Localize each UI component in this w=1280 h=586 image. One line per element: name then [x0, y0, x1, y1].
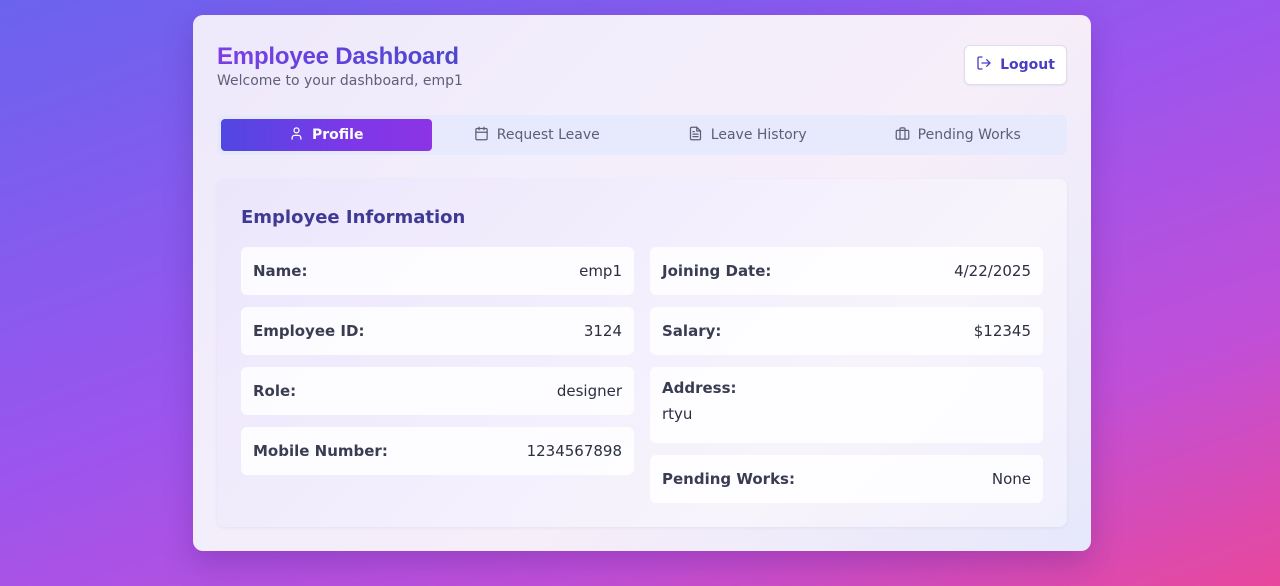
page-title: Employee Dashboard — [217, 42, 463, 72]
info-row-mobile: Mobile Number: 1234567898 — [241, 427, 634, 475]
tab-label: Pending Works — [917, 127, 1021, 143]
tab-label: Profile — [312, 127, 364, 143]
dashboard-card: Employee Dashboard Welcome to your dashb… — [193, 15, 1091, 551]
document-icon — [688, 126, 703, 145]
info-row-name: Name: emp1 — [241, 247, 634, 295]
info-row-role: Role: designer — [241, 367, 634, 415]
welcome-subtitle: Welcome to your dashboard, emp1 — [217, 73, 463, 89]
info-label: Joining Date: — [662, 262, 772, 280]
info-label: Address: — [662, 379, 737, 397]
info-label: Employee ID: — [253, 322, 365, 340]
info-value: rtyu — [662, 405, 693, 423]
info-value: emp1 — [579, 262, 622, 280]
tab-request-leave[interactable]: Request Leave — [432, 119, 643, 151]
info-value: 1234567898 — [526, 442, 622, 460]
logout-icon — [976, 55, 992, 75]
info-row-joining-date: Joining Date: 4/22/2025 — [650, 247, 1043, 295]
info-label: Name: — [253, 262, 308, 280]
logout-label: Logout — [1000, 57, 1055, 73]
briefcase-icon — [895, 126, 910, 145]
tab-leave-history[interactable]: Leave History — [642, 119, 853, 151]
info-value: $12345 — [973, 322, 1031, 340]
tab-pending-works[interactable]: Pending Works — [853, 119, 1064, 151]
section-title: Employee Information — [241, 207, 466, 228]
info-row-pending-works: Pending Works: None — [650, 455, 1043, 503]
info-value: 3124 — [583, 322, 622, 340]
info-label: Pending Works: — [662, 470, 795, 488]
tab-profile[interactable]: Profile — [221, 119, 432, 151]
info-row-address: Address: rtyu — [650, 367, 1043, 443]
info-label: Salary: — [662, 322, 722, 340]
info-label: Mobile Number: — [253, 442, 388, 460]
info-row-salary: Salary: $12345 — [650, 307, 1043, 355]
user-icon — [289, 126, 304, 145]
tab-label: Leave History — [710, 127, 807, 143]
info-value: designer — [556, 382, 622, 400]
info-value: None — [991, 470, 1031, 488]
info-column-left: Name: emp1 Employee ID: 3124 Role: desig… — [241, 247, 634, 487]
tab-bar: Profile Request Leave Leave History Pend… — [217, 115, 1067, 155]
logout-button[interactable]: Logout — [964, 45, 1067, 85]
info-value: 4/22/2025 — [954, 262, 1031, 280]
dashboard-header: Employee Dashboard Welcome to your dashb… — [217, 42, 463, 89]
calendar-icon — [474, 126, 489, 145]
employee-info-panel: Employee Information Name: emp1 Employee… — [217, 179, 1067, 527]
info-column-right: Joining Date: 4/22/2025 Salary: $12345 A… — [650, 247, 1043, 515]
info-row-employee-id: Employee ID: 3124 — [241, 307, 634, 355]
info-label: Role: — [253, 382, 297, 400]
tab-label: Request Leave — [496, 127, 600, 143]
